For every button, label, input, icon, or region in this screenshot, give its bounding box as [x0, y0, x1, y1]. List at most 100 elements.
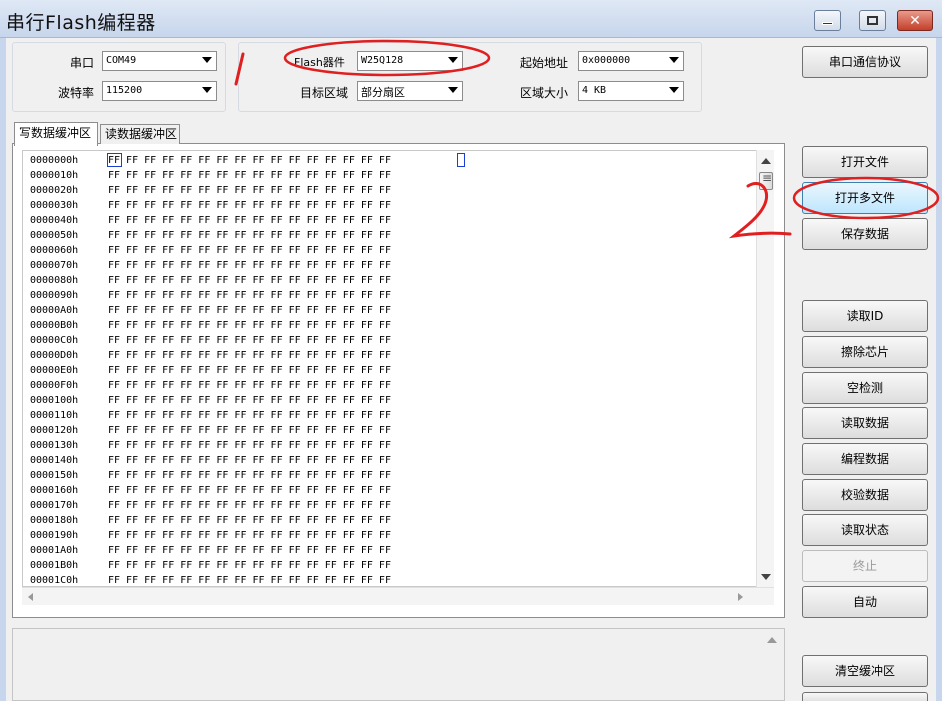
hex-row-address: 0000170h: [30, 500, 79, 511]
log-pane[interactable]: [12, 628, 785, 701]
hex-row-address: 0000110h: [30, 410, 79, 421]
hex-row-bytes[interactable]: FF FF FF FF FF FF FF FF FF FF FF FF FF F…: [108, 303, 391, 318]
hex-row-bytes[interactable]: FF FF FF FF FF FF FF FF FF FF FF FF FF F…: [108, 378, 391, 393]
read-data-button[interactable]: 读取数据: [802, 407, 928, 439]
hex-row-bytes[interactable]: FF FF FF FF FF FF FF FF FF FF FF FF FF F…: [108, 543, 391, 558]
hex-row-bytes[interactable]: FF FF FF FF FF FF FF FF FF FF FF FF FF F…: [108, 363, 391, 378]
hex-row-bytes[interactable]: FF FF FF FF FF FF FF FF FF FF FF FF FF F…: [108, 483, 391, 498]
hex-row-bytes[interactable]: FF FF FF FF FF FF FF FF FF FF FF FF FF F…: [108, 438, 391, 453]
hex-editor[interactable]: 0000000h FF FF FF FF FF FF FF FF FF FF FF…: [22, 150, 756, 587]
read-id-button[interactable]: 读取ID: [802, 300, 928, 332]
hex-row-address: 0000120h: [30, 425, 79, 436]
hex-row-bytes[interactable]: FF FF FF FF FF FF FF FF FF FF FF FF FF F…: [108, 168, 391, 183]
start-address-select[interactable]: 0x000000: [578, 51, 684, 71]
extra-button[interactable]: [802, 692, 928, 701]
target-select[interactable]: 部分扇区: [357, 81, 463, 101]
program-data-button[interactable]: 编程数据: [802, 443, 928, 475]
scroll-left-icon[interactable]: [28, 593, 33, 601]
scroll-up-icon[interactable]: [761, 158, 771, 164]
hex-row-bytes[interactable]: FF FF FF FF FF FF FF FF FF FF FF FF FF F…: [108, 408, 391, 423]
maximize-button[interactable]: [859, 10, 886, 31]
tab-write-buffer[interactable]: 写数据缓冲区: [14, 122, 98, 146]
hex-row-bytes[interactable]: FF FF FF FF FF FF FF FF FF FF FF FF FF F…: [108, 153, 391, 168]
hex-row-address: 0000040h: [30, 215, 79, 226]
hex-row-bytes[interactable]: FF FF FF FF FF FF FF FF FF FF FF FF FF F…: [108, 468, 391, 483]
scroll-right-icon[interactable]: [738, 593, 743, 601]
open-multiple-files-button[interactable]: 打开多文件: [802, 182, 928, 214]
hex-row-address: 0000050h: [30, 230, 79, 241]
close-icon: ✕: [909, 12, 921, 29]
hex-row-bytes[interactable]: FF FF FF FF FF FF FF FF FF FF FF FF FF F…: [108, 453, 391, 468]
hex-row-address: 0000060h: [30, 245, 79, 256]
hex-row-bytes[interactable]: FF FF FF FF FF FF FF FF FF FF FF FF FF F…: [108, 393, 391, 408]
hex-row-address: 00000B0h: [30, 320, 79, 331]
hex-row-address: 0000000h: [30, 155, 79, 166]
start-address-label: 起始地址: [520, 56, 569, 70]
horizontal-scrollbar[interactable]: [22, 587, 774, 605]
vertical-scrollbar[interactable]: [756, 150, 774, 587]
hex-row-address: 00000C0h: [30, 335, 79, 346]
target-label: 目标区域: [300, 86, 349, 100]
open-file-button[interactable]: 打开文件: [802, 146, 928, 178]
hex-row-address: 0000010h: [30, 170, 79, 181]
hex-row-bytes[interactable]: FF FF FF FF FF FF FF FF FF FF FF FF FF F…: [108, 183, 391, 198]
hex-row-bytes[interactable]: FF FF FF FF FF FF FF FF FF FF FF FF FF F…: [108, 258, 391, 273]
hex-row-bytes[interactable]: FF FF FF FF FF FF FF FF FF FF FF FF FF F…: [108, 498, 391, 513]
region-size-label: 区域大小: [520, 86, 569, 100]
baud-label: 波特率: [58, 86, 95, 100]
verify-data-button[interactable]: 校验数据: [802, 479, 928, 511]
hex-row-bytes[interactable]: FF FF FF FF FF FF FF FF FF FF FF FF FF F…: [108, 288, 391, 303]
scroll-up-icon[interactable]: [767, 637, 777, 643]
hex-row-address: 0000100h: [30, 395, 79, 406]
hex-row-bytes[interactable]: FF FF FF FF FF FF FF FF FF FF FF FF FF F…: [108, 198, 391, 213]
close-button[interactable]: ✕: [897, 10, 933, 31]
auto-button[interactable]: 自动: [802, 586, 928, 618]
read-status-button[interactable]: 读取状态: [802, 514, 928, 546]
start-address-value: 0x000000: [582, 55, 631, 66]
port-select[interactable]: COM49: [102, 51, 217, 71]
save-data-button[interactable]: 保存数据: [802, 218, 928, 250]
hex-row-address: 0000180h: [30, 515, 79, 526]
hex-row-bytes[interactable]: FF FF FF FF FF FF FF FF FF FF FF FF FF F…: [108, 273, 391, 288]
device-value: W25Q128: [361, 55, 404, 66]
hex-row-bytes[interactable]: FF FF FF FF FF FF FF FF FF FF FF FF FF F…: [108, 348, 391, 363]
region-size-value: 4 KB: [582, 85, 607, 96]
stop-button[interactable]: 终止: [802, 550, 928, 582]
maximize-icon: [867, 16, 878, 25]
device-select[interactable]: W25Q128: [357, 51, 463, 71]
region-size-select[interactable]: 4 KB: [578, 81, 684, 101]
hex-row-address: 0000070h: [30, 260, 79, 271]
hex-row-address: 00000F0h: [30, 380, 79, 391]
hex-row-address: 0000080h: [30, 275, 79, 286]
hex-row-address: 0000160h: [30, 485, 79, 496]
scroll-thumb[interactable]: [759, 171, 773, 190]
window-title: 串行Flash编程器: [6, 12, 156, 34]
hex-row-address: 00000D0h: [30, 350, 79, 361]
hex-row-address: 00001C0h: [30, 575, 79, 586]
tab-read-buffer[interactable]: 读数据缓冲区: [100, 124, 180, 144]
baud-value: 115200: [106, 85, 143, 96]
hex-row-bytes[interactable]: FF FF FF FF FF FF FF FF FF FF FF FF FF F…: [108, 213, 391, 228]
hex-row-address: 0000150h: [30, 470, 79, 481]
baud-select[interactable]: 115200: [102, 81, 217, 101]
chevron-down-icon: [448, 57, 458, 63]
scroll-down-icon[interactable]: [761, 574, 771, 580]
hex-row-bytes[interactable]: FF FF FF FF FF FF FF FF FF FF FF FF FF F…: [108, 333, 391, 348]
blank-check-button[interactable]: 空检测: [802, 372, 928, 404]
hex-row-bytes[interactable]: FF FF FF FF FF FF FF FF FF FF FF FF FF F…: [108, 513, 391, 528]
minimize-button[interactable]: [814, 10, 841, 31]
chevron-down-icon: [669, 57, 679, 63]
hex-row-bytes[interactable]: FF FF FF FF FF FF FF FF FF FF FF FF FF F…: [108, 423, 391, 438]
hex-row-bytes[interactable]: FF FF FF FF FF FF FF FF FF FF FF FF FF F…: [108, 228, 391, 243]
hex-row-bytes[interactable]: FF FF FF FF FF FF FF FF FF FF FF FF FF F…: [108, 243, 391, 258]
erase-chip-button[interactable]: 擦除芯片: [802, 336, 928, 368]
hex-row-bytes[interactable]: FF FF FF FF FF FF FF FF FF FF FF FF FF F…: [108, 573, 391, 586]
protocol-button[interactable]: 串口通信协议: [802, 46, 928, 78]
title-bar: 串行Flash编程器 ✕: [0, 0, 942, 38]
clear-buffer-button[interactable]: 清空缓冲区: [802, 655, 928, 687]
hex-row-bytes[interactable]: FF FF FF FF FF FF FF FF FF FF FF FF FF F…: [108, 528, 391, 543]
hex-row-bytes[interactable]: FF FF FF FF FF FF FF FF FF FF FF FF FF F…: [108, 558, 391, 573]
hex-row-bytes[interactable]: FF FF FF FF FF FF FF FF FF FF FF FF FF F…: [108, 318, 391, 333]
hex-row-address: 0000130h: [30, 440, 79, 451]
port-value: COM49: [106, 55, 137, 66]
